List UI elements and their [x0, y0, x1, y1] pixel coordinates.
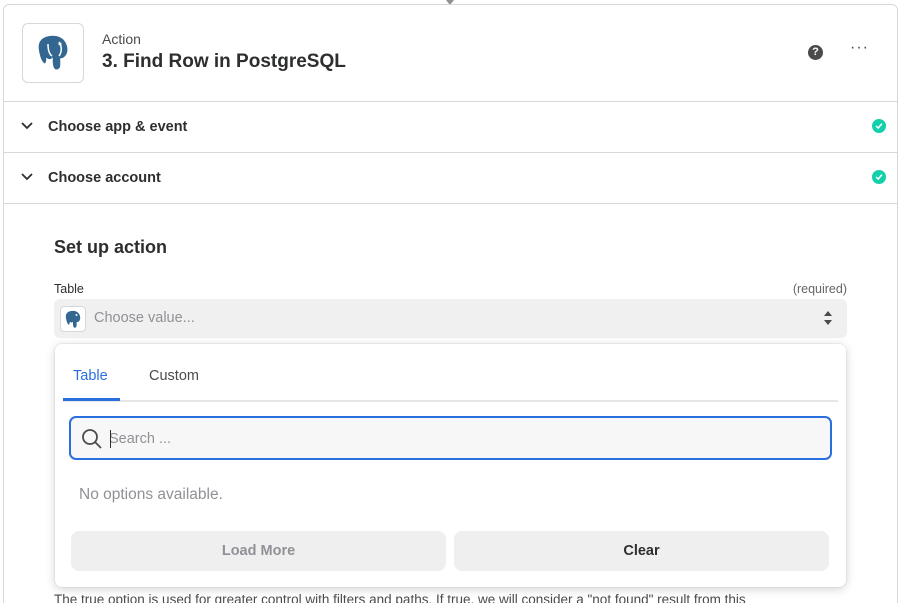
- table-dropdown-panel: Table Custom No options available. Load …: [55, 344, 846, 587]
- chevron-down-icon: [21, 122, 33, 130]
- empty-options-message: No options available.: [79, 486, 223, 503]
- section-title: Set up action: [54, 237, 168, 257]
- search-box: [69, 416, 832, 460]
- section-choose-app-event[interactable]: Choose app & event: [4, 102, 897, 153]
- check-circle-icon: [872, 170, 886, 184]
- clear-button[interactable]: Clear: [454, 531, 829, 571]
- load-more-button[interactable]: Load More: [71, 531, 446, 571]
- select-placeholder: Choose value...: [94, 310, 195, 326]
- tab-table[interactable]: Table: [73, 368, 108, 384]
- dropdown-tabs: Table Custom: [63, 344, 838, 402]
- search-input[interactable]: [109, 427, 809, 451]
- section-label: Choose app & event: [48, 119, 188, 135]
- tab-custom[interactable]: Custom: [149, 368, 199, 384]
- postgresql-icon: [60, 306, 86, 332]
- active-tab-indicator: [63, 398, 120, 401]
- chevron-down-icon: [21, 173, 33, 181]
- required-label: (required): [792, 282, 847, 296]
- help-icon[interactable]: ?: [808, 45, 823, 60]
- sort-arrows-icon: [824, 311, 832, 325]
- text-caret: [110, 430, 111, 448]
- search-icon: [82, 429, 102, 449]
- section-label: Choose account: [48, 170, 161, 186]
- step-title: 3. Find Row in PostgreSQL: [102, 51, 346, 72]
- check-circle-icon: [872, 119, 886, 133]
- step-header: Action 3. Find Row in PostgreSQL ? ···: [4, 5, 897, 102]
- step-kind-label: Action: [102, 31, 141, 47]
- more-options-icon[interactable]: ···: [850, 39, 869, 57]
- section-choose-account[interactable]: Choose account: [4, 153, 897, 204]
- field-help-text: The true option is used for greater cont…: [54, 592, 746, 603]
- table-field-label: Table: [54, 282, 84, 296]
- table-select[interactable]: Choose value...: [54, 299, 847, 338]
- postgresql-icon: [22, 23, 84, 83]
